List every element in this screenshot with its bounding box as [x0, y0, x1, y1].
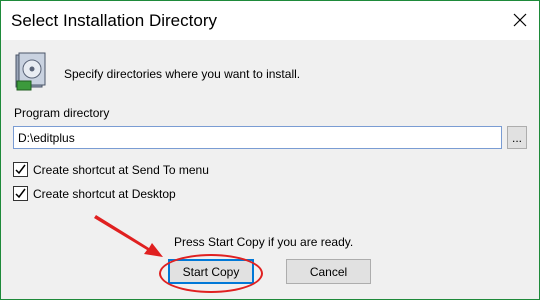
send-to-checkbox-label: Create shortcut at Send To menu	[33, 162, 209, 177]
checkmark-icon	[15, 188, 26, 199]
close-icon	[513, 13, 527, 27]
checkmark-icon	[15, 164, 26, 175]
title-bar: Select Installation Directory	[1, 1, 539, 40]
cancel-button[interactable]: Cancel	[286, 259, 371, 284]
installer-icon	[15, 52, 46, 91]
installer-dialog: Select Installation Directory Specify di…	[0, 0, 540, 300]
start-copy-button[interactable]: Start Copy	[168, 259, 254, 284]
close-button[interactable]	[505, 5, 535, 35]
desktop-shortcut-option[interactable]: Create shortcut at Desktop	[13, 186, 176, 201]
ready-text: Press Start Copy if you are ready.	[174, 235, 354, 249]
send-to-checkbox[interactable]	[13, 162, 28, 177]
window-title: Select Installation Directory	[11, 11, 217, 30]
send-to-shortcut-option[interactable]: Create shortcut at Send To menu	[13, 162, 209, 177]
program-directory-label: Program directory	[14, 106, 110, 120]
browse-button[interactable]: ...	[507, 126, 527, 149]
intro-text: Specify directories where you want to in…	[64, 67, 301, 81]
program-directory-input[interactable]	[13, 126, 502, 149]
desktop-checkbox[interactable]	[13, 186, 28, 201]
desktop-checkbox-label: Create shortcut at Desktop	[33, 186, 176, 201]
pointer-arrow	[94, 215, 163, 257]
